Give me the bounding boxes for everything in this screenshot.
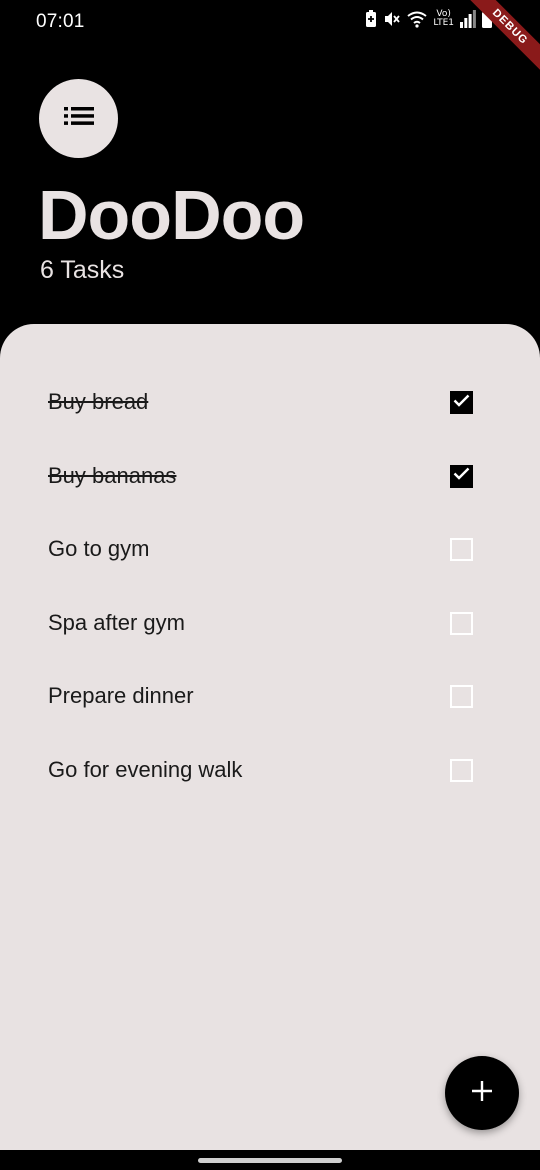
battery-saver-icon <box>365 10 377 28</box>
task-item-buy-bananas[interactable]: Buy bananas <box>0 439 540 513</box>
navigation-bar <box>0 1150 540 1170</box>
task-item-prepare-dinner[interactable]: Prepare dinner <box>0 659 540 733</box>
lte-label: LTE1 <box>433 18 454 28</box>
menu-button[interactable] <box>39 79 118 158</box>
task-label: Go for evening walk <box>48 756 243 782</box>
home-indicator[interactable] <box>198 1158 342 1163</box>
task-checkbox[interactable] <box>450 464 473 488</box>
debug-banner: DEBUG <box>460 0 540 80</box>
task-checkbox[interactable] <box>450 685 473 708</box>
status-time: 07:01 <box>36 11 85 32</box>
check-icon <box>453 467 470 485</box>
status-bar: 07:01 Vo) LTE1 DEBUG <box>0 0 540 76</box>
app-screen: 07:01 Vo) LTE1 DEBUG DooDoo 6 Tasks Buy … <box>0 0 540 1170</box>
plus-icon <box>471 1080 493 1107</box>
volte-lte-icon: Vo) LTE1 <box>433 10 454 28</box>
task-label: Go to gym <box>48 536 150 561</box>
check-icon <box>453 394 470 412</box>
task-item-buy-bread[interactable]: Buy bread <box>0 365 540 439</box>
list-icon <box>63 106 94 131</box>
task-item-spa-after-gym[interactable]: Spa after gym <box>0 586 540 660</box>
task-label: Buy bread <box>48 389 149 414</box>
task-count: 6 Tasks <box>40 256 125 284</box>
wifi-icon <box>407 10 427 28</box>
task-panel: Buy bread Buy bananas Go to gym Spa afte… <box>0 324 540 1150</box>
task-checkbox[interactable] <box>450 391 473 414</box>
task-label: Spa after gym <box>48 609 185 635</box>
task-label: Buy bananas <box>48 462 177 488</box>
task-checkbox[interactable] <box>450 611 473 635</box>
debug-ribbon: DEBUG <box>461 0 540 76</box>
task-list: Buy bread Buy bananas Go to gym Spa afte… <box>0 365 540 806</box>
task-checkbox[interactable] <box>450 538 473 561</box>
mute-icon <box>383 10 401 28</box>
task-item-go-for-evening-walk[interactable]: Go for evening walk <box>0 733 540 807</box>
task-item-go-to-gym[interactable]: Go to gym <box>0 512 540 586</box>
task-checkbox[interactable] <box>450 758 473 782</box>
task-label: Prepare dinner <box>48 683 194 708</box>
add-task-button[interactable] <box>445 1056 519 1130</box>
app-title: DooDoo <box>38 176 305 254</box>
